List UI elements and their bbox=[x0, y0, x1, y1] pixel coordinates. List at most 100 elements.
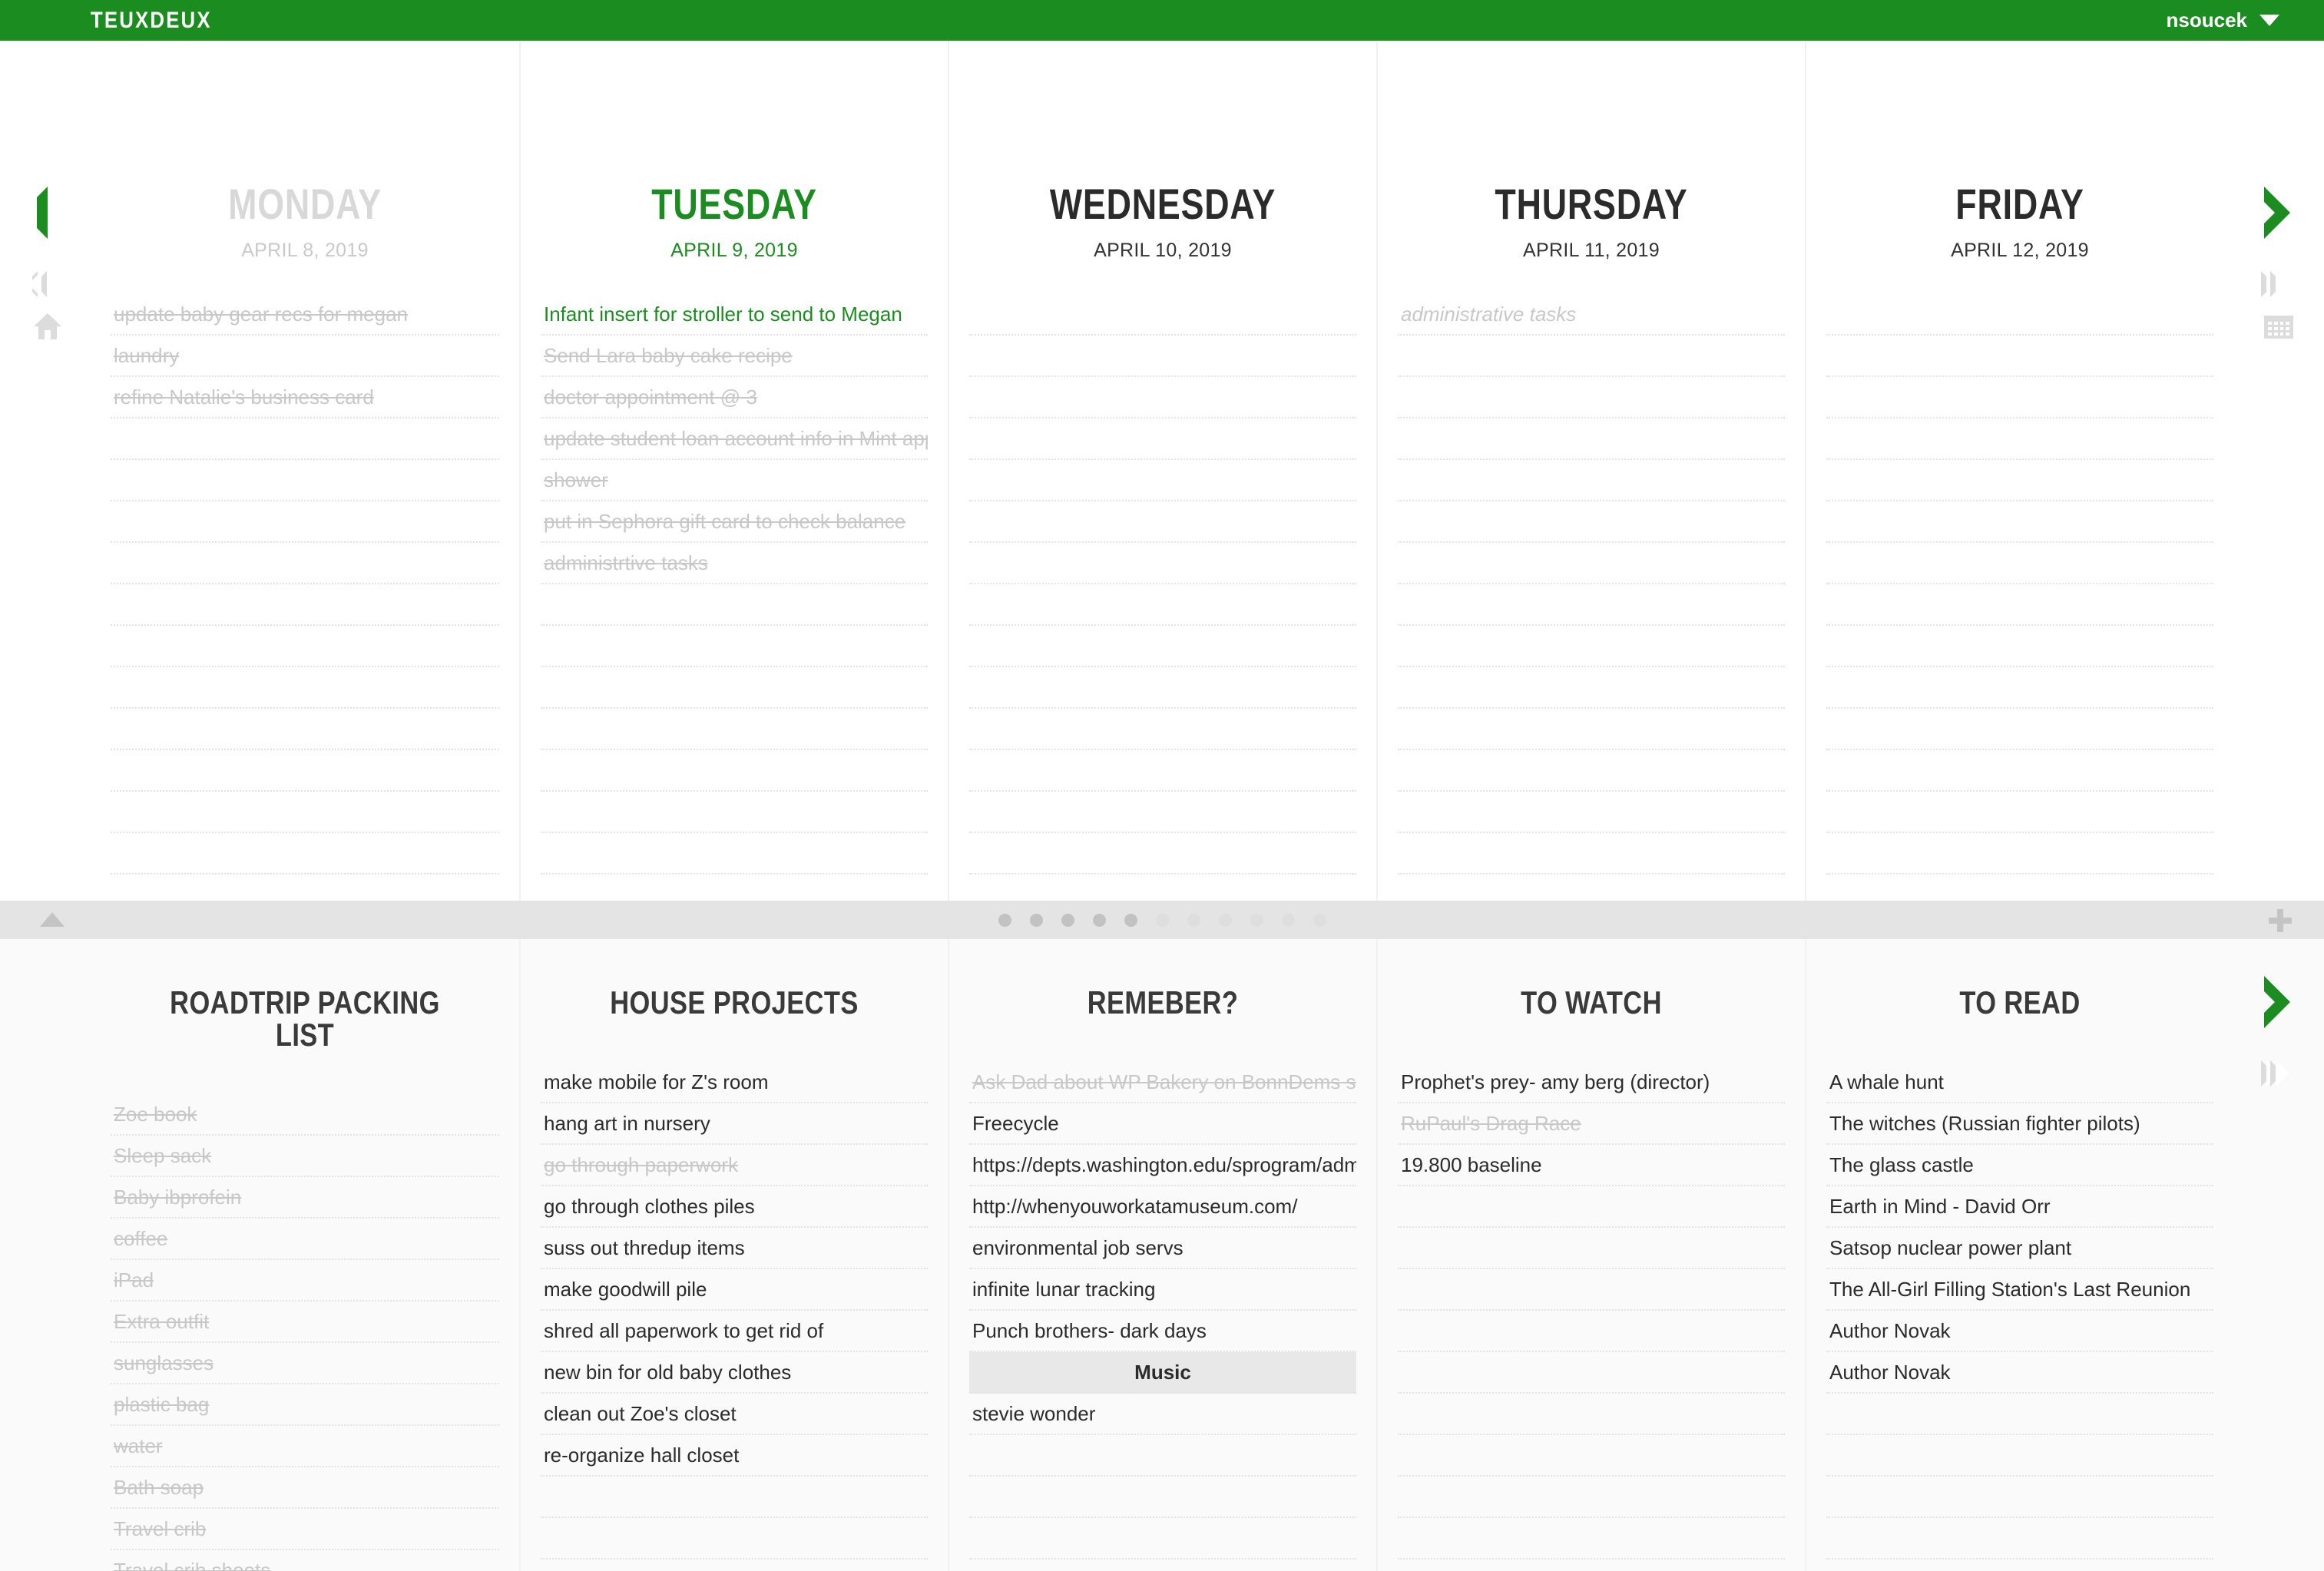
todo-empty-row[interactable] bbox=[1826, 1477, 2213, 1518]
todo-item[interactable]: laundry bbox=[111, 336, 499, 377]
todo-empty-row[interactable] bbox=[111, 501, 499, 543]
todo-item[interactable]: Freecycle bbox=[969, 1103, 1356, 1145]
todo-empty-row[interactable] bbox=[969, 543, 1356, 584]
list-title[interactable]: TO READ bbox=[1861, 987, 2178, 1019]
todo-empty-row[interactable] bbox=[541, 792, 928, 833]
todo-item[interactable]: Ask Dad about WP Bakery on BonnDems site bbox=[969, 1062, 1356, 1103]
todo-empty-row[interactable] bbox=[541, 667, 928, 709]
todo-item[interactable]: suss out thredup items bbox=[541, 1228, 928, 1269]
todo-item[interactable]: hang art in nursery bbox=[541, 1103, 928, 1145]
todo-empty-row[interactable] bbox=[111, 750, 499, 792]
todo-empty-row[interactable] bbox=[1826, 294, 2213, 336]
todo-empty-row[interactable] bbox=[111, 833, 499, 875]
todo-empty-row[interactable] bbox=[1398, 584, 1785, 626]
calendar-button[interactable] bbox=[2264, 316, 2293, 339]
todo-empty-row[interactable] bbox=[111, 418, 499, 460]
todo-empty-row[interactable] bbox=[969, 460, 1356, 501]
todo-empty-row[interactable] bbox=[1826, 709, 2213, 750]
todo-item[interactable]: environmental job servs bbox=[969, 1228, 1356, 1269]
todo-item[interactable]: RuPaul's Drag Race bbox=[1398, 1103, 1785, 1145]
todo-item[interactable]: Satsop nuclear power plant bbox=[1826, 1228, 2213, 1269]
todo-empty-row[interactable] bbox=[969, 709, 1356, 750]
todo-item[interactable]: sunglasses bbox=[111, 1343, 499, 1384]
todo-empty-row[interactable] bbox=[1826, 543, 2213, 584]
todo-item[interactable]: Author Novak bbox=[1826, 1352, 2213, 1394]
todo-empty-row[interactable] bbox=[969, 1559, 1356, 1571]
todo-empty-row[interactable] bbox=[1826, 1559, 2213, 1571]
todo-empty-row[interactable] bbox=[1398, 1269, 1785, 1311]
todo-item[interactable]: 19.800 baseline bbox=[1398, 1145, 1785, 1186]
todo-item[interactable]: plastic bag bbox=[111, 1384, 499, 1426]
list-section-heading[interactable]: Music bbox=[969, 1352, 1356, 1394]
todo-empty-row[interactable] bbox=[1826, 667, 2213, 709]
todo-empty-row[interactable] bbox=[1826, 584, 2213, 626]
prev-week-button[interactable] bbox=[11, 187, 48, 239]
todo-empty-row[interactable] bbox=[1398, 1435, 1785, 1477]
todo-empty-row[interactable] bbox=[969, 501, 1356, 543]
todo-item[interactable]: update baby gear recs for megan bbox=[111, 294, 499, 336]
todo-empty-row[interactable] bbox=[1398, 1228, 1785, 1269]
todo-item[interactable]: administrative tasks bbox=[1398, 294, 1785, 336]
list-title[interactable]: HOUSE PROJECTS bbox=[575, 987, 892, 1019]
list-title[interactable]: ROADTRIP PACKING LIST bbox=[146, 987, 465, 1051]
todo-empty-row[interactable] bbox=[969, 833, 1356, 875]
todo-item[interactable]: new bin for old baby clothes bbox=[541, 1352, 928, 1394]
todo-empty-row[interactable] bbox=[541, 626, 928, 667]
todo-empty-row[interactable] bbox=[969, 1435, 1356, 1477]
jump-back-button[interactable] bbox=[19, 271, 47, 297]
lists-next-button[interactable] bbox=[2249, 976, 2290, 1028]
todo-empty-row[interactable] bbox=[1398, 792, 1785, 833]
todo-empty-row[interactable] bbox=[969, 336, 1356, 377]
todo-empty-row[interactable] bbox=[1826, 460, 2213, 501]
todo-item[interactable]: make goodwill pile bbox=[541, 1269, 928, 1311]
todo-item[interactable]: A whale hunt bbox=[1826, 1062, 2213, 1103]
list-title[interactable]: REMEBER? bbox=[1004, 987, 1321, 1019]
todo-item[interactable]: make mobile for Z's room bbox=[541, 1062, 928, 1103]
todo-item[interactable]: Send Lara baby cake recipe bbox=[541, 336, 928, 377]
todo-empty-row[interactable] bbox=[1398, 1352, 1785, 1394]
todo-item[interactable]: The witches (Russian fighter pilots) bbox=[1826, 1103, 2213, 1145]
todo-empty-row[interactable] bbox=[969, 667, 1356, 709]
account-menu[interactable]: nsoucek bbox=[2167, 8, 2294, 32]
todo-item[interactable]: Travel crib bbox=[111, 1509, 499, 1550]
todo-empty-row[interactable] bbox=[1826, 750, 2213, 792]
todo-item[interactable]: Infant insert for stroller to send to Me… bbox=[541, 294, 928, 336]
todo-item[interactable]: water bbox=[111, 1426, 499, 1467]
todo-empty-row[interactable] bbox=[111, 709, 499, 750]
todo-item[interactable]: shred all paperwork to get rid of bbox=[541, 1311, 928, 1352]
todo-item[interactable]: administrtive tasks bbox=[541, 543, 928, 584]
todo-empty-row[interactable] bbox=[1826, 418, 2213, 460]
todo-empty-row[interactable] bbox=[969, 626, 1356, 667]
todo-item[interactable]: shower bbox=[541, 460, 928, 501]
todo-item[interactable]: Travel crib sheets bbox=[111, 1550, 499, 1571]
todo-item[interactable]: The All-Girl Filling Station's Last Reun… bbox=[1826, 1269, 2213, 1311]
todo-item[interactable]: The glass castle bbox=[1826, 1145, 2213, 1186]
todo-item[interactable]: Sleep sack bbox=[111, 1136, 499, 1177]
todo-item[interactable]: Zoe book bbox=[111, 1094, 499, 1136]
todo-item[interactable]: coffee bbox=[111, 1219, 499, 1260]
todo-item[interactable]: update student loan account info in Mint… bbox=[541, 418, 928, 460]
brand-logo[interactable]: TEUXDEUX bbox=[91, 8, 212, 34]
home-button[interactable] bbox=[34, 313, 61, 339]
todo-empty-row[interactable] bbox=[1826, 1435, 2213, 1477]
todo-empty-row[interactable] bbox=[1398, 750, 1785, 792]
todo-item[interactable]: put in Sephora gift card to check balanc… bbox=[541, 501, 928, 543]
todo-item[interactable]: go through clothes piles bbox=[541, 1186, 928, 1228]
todo-empty-row[interactable] bbox=[969, 294, 1356, 336]
todo-empty-row[interactable] bbox=[1398, 667, 1785, 709]
todo-empty-row[interactable] bbox=[969, 792, 1356, 833]
todo-item[interactable]: re-organize hall closet bbox=[541, 1435, 928, 1477]
todo-empty-row[interactable] bbox=[1398, 543, 1785, 584]
todo-empty-row[interactable] bbox=[1826, 1518, 2213, 1559]
todo-empty-row[interactable] bbox=[1398, 1518, 1785, 1559]
todo-empty-row[interactable] bbox=[1398, 1186, 1785, 1228]
jump-forward-button[interactable] bbox=[2261, 271, 2289, 297]
todo-empty-row[interactable] bbox=[1826, 377, 2213, 418]
todo-empty-row[interactable] bbox=[541, 709, 928, 750]
todo-empty-row[interactable] bbox=[969, 750, 1356, 792]
drag-handle[interactable] bbox=[998, 913, 1326, 927]
panel-divider[interactable] bbox=[0, 901, 2324, 939]
todo-empty-row[interactable] bbox=[111, 792, 499, 833]
todo-empty-row[interactable] bbox=[1398, 377, 1785, 418]
todo-item[interactable]: http://whenyouworkatamuseum.com/ bbox=[969, 1186, 1356, 1228]
